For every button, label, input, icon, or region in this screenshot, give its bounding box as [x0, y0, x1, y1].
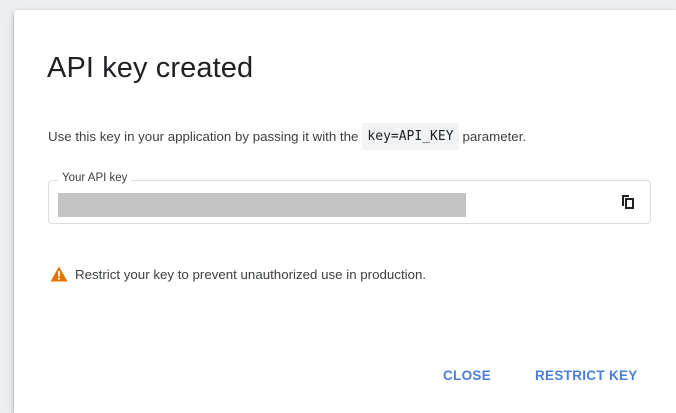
api-key-value-redacted[interactable] [58, 193, 466, 217]
warning-message: Restrict your key to prevent unauthorize… [50, 266, 426, 282]
description-text-before: Use this key in your application by pass… [48, 129, 359, 144]
api-key-field[interactable]: Your API key [48, 172, 651, 224]
warning-text: Restrict your key to prevent unauthorize… [75, 266, 427, 282]
description-code: key=API_KEY [362, 123, 459, 150]
restrict-key-button[interactable]: RESTRICT KEY [527, 362, 646, 389]
dialog-title: API key created [47, 52, 254, 84]
api-key-created-dialog: API key created Use this key in your app… [14, 10, 676, 413]
close-button[interactable]: CLOSE [435, 362, 499, 389]
description-text-after: parameter. [462, 129, 527, 144]
warning-triangle-icon [50, 266, 68, 282]
copy-icon[interactable] [616, 190, 638, 214]
dialog-description: Use this key in your application by pass… [48, 123, 526, 150]
api-key-field-label: Your API key [58, 172, 132, 184]
